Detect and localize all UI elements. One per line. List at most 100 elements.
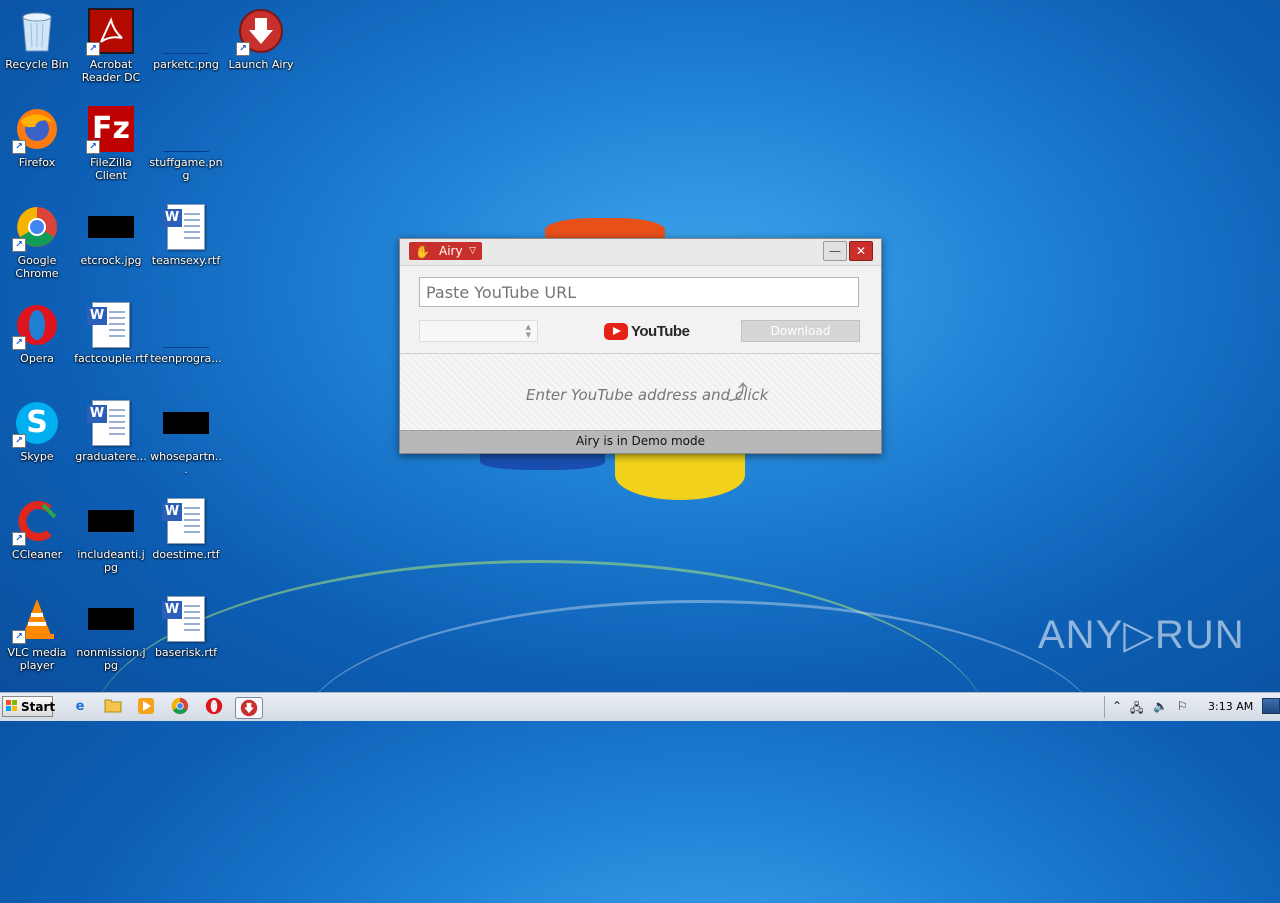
shortcut-arrow-icon: ↗	[86, 140, 100, 154]
desktop-icon-label: stuffgame.png	[149, 156, 223, 182]
firefox-icon: ↗	[12, 106, 60, 154]
windows-logo-icon	[6, 700, 18, 712]
shortcut-arrow-icon: ↗	[12, 336, 26, 350]
desktop-icon-filezilla[interactable]: Fz ↗ FileZilla Client	[74, 106, 148, 182]
desktop-icon-label: whosepartn...	[150, 450, 222, 476]
word-doc-icon: W	[87, 400, 134, 446]
file-explorer-icon[interactable]	[103, 697, 123, 717]
download-button[interactable]: Download	[741, 320, 860, 342]
desktop-icon-graduatere[interactable]: W graduatere...	[74, 400, 148, 463]
desktop-icon-skype[interactable]: S ↗ Skype	[0, 400, 74, 463]
desktop-icon-opera[interactable]: ↗ Opera	[0, 302, 74, 365]
taskbar: Start e ⌃ 🖧 🔈 ⚐ 3:13 AM	[0, 692, 1280, 721]
clock[interactable]: 3:13 AM	[1208, 700, 1253, 713]
desktop-icon-label: CCleaner	[11, 548, 63, 561]
desktop-icon-acrobat[interactable]: ↗ Acrobat Reader DC	[74, 8, 148, 84]
hint-area: Enter YouTube address and click ⤴	[400, 354, 881, 430]
opera-icon[interactable]	[204, 697, 224, 717]
airy-app-menu-button[interactable]: ✋ Airy ▽	[409, 242, 482, 260]
image-file-icon	[163, 8, 209, 54]
start-button[interactable]: Start	[2, 696, 56, 717]
desktop-icon-firefox[interactable]: ↗ Firefox	[0, 106, 74, 169]
hand-icon: ✋	[415, 245, 430, 259]
image-file-icon	[163, 302, 209, 348]
show-hidden-icons-button[interactable]: ⌃	[1112, 699, 1122, 713]
acrobat-icon: ↗	[86, 8, 134, 56]
airy-icon: ↗	[236, 8, 284, 56]
network-icon[interactable]: 🖧	[1130, 699, 1143, 720]
desktop-icon-parketc[interactable]: parketc.png	[149, 8, 223, 71]
status-bar: Airy is in Demo mode	[400, 430, 881, 453]
desktop-icon-etcrock[interactable]: etcrock.jpg	[74, 204, 148, 267]
desktop-icon-stuffgame[interactable]: stuffgame.png	[149, 106, 223, 182]
desktop-icon-label: Firefox	[18, 156, 56, 169]
desktop-icon-ccleaner[interactable]: ↗ CCleaner	[0, 498, 74, 561]
format-select[interactable]: ▲ ▼	[419, 320, 538, 342]
recycle-bin-icon	[14, 8, 60, 54]
curved-arrow-icon: ⤴	[728, 380, 748, 404]
desktop-icon-label: Skype	[20, 450, 54, 463]
desktop-icon-label: factcouple.rtf	[74, 352, 148, 365]
airy-taskbar-button[interactable]	[235, 697, 263, 719]
word-doc-icon: W	[162, 204, 209, 250]
desktop-icon-label: Launch Airy	[228, 58, 294, 71]
desktop-icon-factcouple[interactable]: W factcouple.rtf	[74, 302, 148, 365]
youtube-play-icon	[604, 322, 628, 340]
skype-icon: S ↗	[12, 400, 60, 448]
image-file-icon	[163, 106, 209, 152]
airy-window: ✋ Airy ▽ — ✕ ▲▼ YouTube Download Enter Y…	[399, 238, 882, 454]
desktop-icon-recycle-bin[interactable]: Recycle Bin	[0, 8, 74, 71]
desktop-icon-teenprogra[interactable]: teenprogra...	[149, 302, 223, 365]
youtube-logo-text: YouTube	[631, 322, 690, 340]
shortcut-arrow-icon: ↗	[12, 238, 26, 252]
start-label: Start	[21, 700, 56, 714]
airy-menu-label: Airy	[439, 244, 463, 258]
desktop-icon-label: includeanti.jpg	[77, 548, 145, 574]
word-doc-icon: W	[87, 302, 134, 348]
desktop-icon-launch-airy[interactable]: ↗ Launch Airy	[224, 8, 298, 71]
image-file-icon	[88, 596, 134, 642]
shortcut-arrow-icon: ↗	[12, 434, 26, 448]
chevron-down-icon: ▽	[469, 246, 476, 256]
image-file-icon	[88, 204, 134, 250]
desktop-icon-label: teamsexy.rtf	[151, 254, 221, 267]
desktop-icon-vlc[interactable]: ↗ VLC media player	[0, 596, 74, 672]
desktop-icon-label: Acrobat Reader DC	[81, 58, 141, 84]
desktop-icon-nonmission[interactable]: nonmission.jpg	[74, 596, 148, 672]
shortcut-arrow-icon: ↗	[12, 532, 26, 546]
desktop-icon-includeanti[interactable]: includeanti.jpg	[74, 498, 148, 574]
filezilla-icon: Fz ↗	[86, 106, 134, 154]
desktop-icon-label: graduatere...	[75, 450, 147, 463]
desktop-icon-baserisk[interactable]: W baserisk.rtf	[149, 596, 223, 659]
desktop-icon-whosepartn[interactable]: whosepartn...	[149, 400, 223, 476]
shortcut-arrow-icon: ↗	[236, 42, 250, 56]
show-desktop-button[interactable]	[1262, 698, 1280, 714]
opera-icon: ↗	[12, 302, 60, 350]
minimize-button[interactable]: —	[823, 241, 847, 261]
shortcut-arrow-icon: ↗	[12, 630, 26, 644]
chrome-icon[interactable]	[170, 697, 190, 717]
desktop-icon-chrome[interactable]: ↗ Google Chrome	[0, 204, 74, 280]
spinner-arrows-icon: ▲ ▼	[525, 323, 531, 339]
shortcut-arrow-icon: ↗	[12, 140, 26, 154]
volume-icon[interactable]: 🔈	[1153, 699, 1168, 713]
chrome-icon: ↗	[12, 204, 60, 252]
desktop-icon-teamsexy[interactable]: W teamsexy.rtf	[149, 204, 223, 267]
image-file-icon	[88, 498, 134, 544]
internet-explorer-icon[interactable]: e	[70, 697, 90, 717]
youtube-url-input[interactable]	[419, 277, 859, 307]
desktop-icon-label: baserisk.rtf	[154, 646, 218, 659]
desktop-icon-label: FileZilla Client	[90, 156, 132, 182]
youtube-logo: YouTube	[604, 321, 690, 341]
close-button[interactable]: ✕	[849, 241, 873, 261]
desktop-icon-label: etcrock.jpg	[80, 254, 142, 267]
anyrun-watermark: ANY▷RUN	[1038, 613, 1245, 657]
desktop-icon-label: nonmission.jpg	[76, 646, 146, 672]
airy-titlebar[interactable]: ✋ Airy ▽ — ✕	[400, 239, 881, 266]
shortcut-arrow-icon: ↗	[86, 42, 100, 56]
action-center-flag-icon[interactable]: ⚐	[1177, 699, 1188, 713]
media-player-icon[interactable]	[136, 697, 156, 717]
desktop-icon-label: Opera	[20, 352, 54, 365]
image-file-icon	[163, 400, 209, 446]
desktop-icon-doestime[interactable]: W doestime.rtf	[149, 498, 223, 561]
